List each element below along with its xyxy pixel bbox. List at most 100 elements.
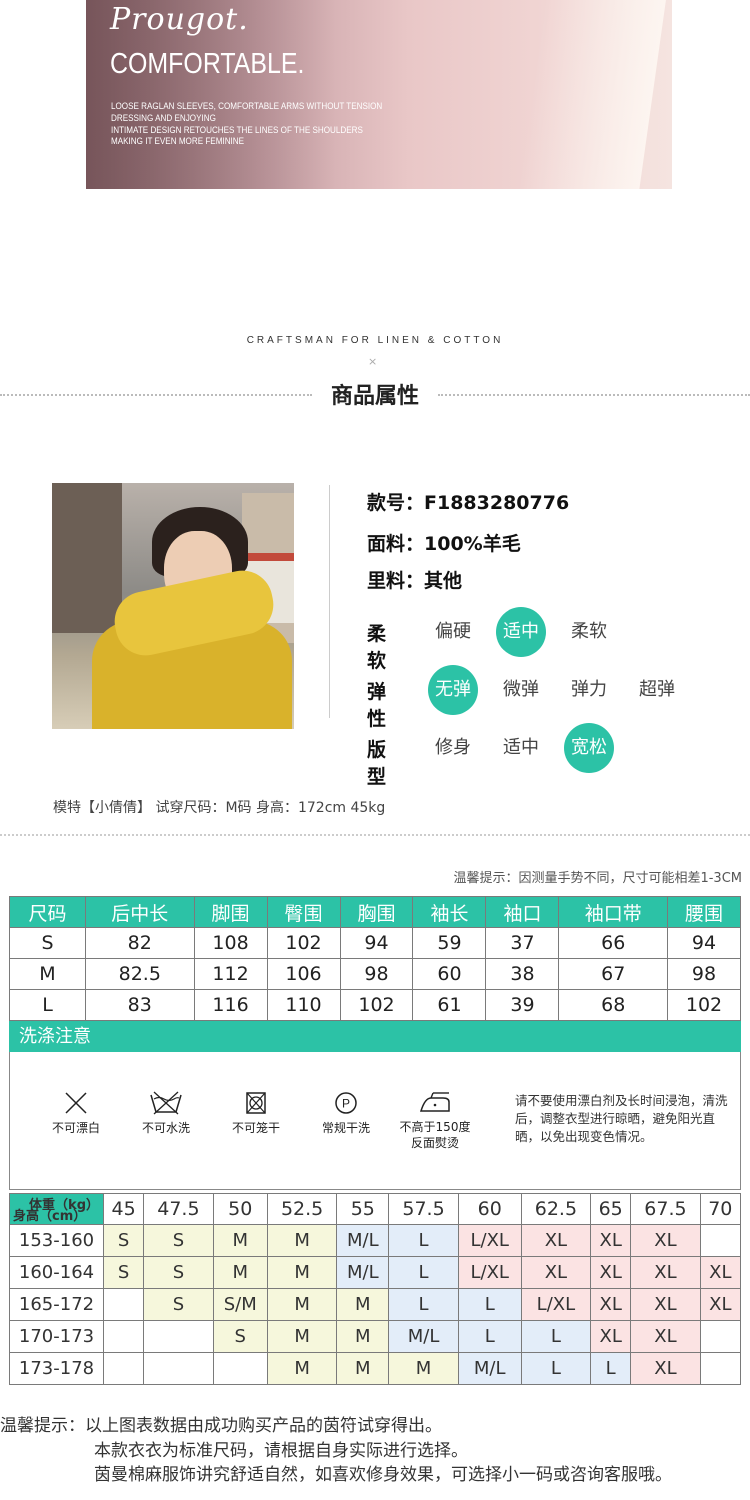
svg-text:P: P: [342, 1097, 350, 1111]
cell: 83: [85, 989, 195, 1021]
recommended-size: XL: [630, 1352, 701, 1385]
hero-description: LOOSE RAGLAN SLEEVES, COMFORTABLE ARMS W…: [111, 101, 417, 148]
recommended-size: L/XL: [457, 1224, 522, 1257]
wash-item: 不高于150度 反面熨烫: [396, 1090, 474, 1151]
recommended-size: L: [457, 1320, 522, 1353]
recommended-size: L: [388, 1256, 459, 1289]
cell: 59: [412, 927, 487, 959]
wash-label: 不高于150度 反面熨烫: [399, 1120, 471, 1150]
no-bleach-icon: [65, 1092, 87, 1114]
recommended-size: S/M: [212, 1288, 268, 1321]
scale-option-selected: 宽松: [564, 723, 614, 773]
cell: 68: [558, 989, 668, 1021]
recommended-size: M/L: [388, 1320, 459, 1353]
cell: 98: [666, 958, 742, 990]
recommended-size: [699, 1224, 742, 1257]
fabric: 面料：100%羊毛: [367, 533, 521, 555]
section-title: 商品属性: [330, 384, 419, 409]
weight-header: 50: [212, 1193, 268, 1225]
cell: 110: [266, 989, 341, 1021]
size-table-header: 尺码 后中长 脚围 臀围 胸围 袖长 袖口 袖口带 腰围: [9, 896, 742, 928]
cell: 37: [485, 927, 560, 959]
recommended-size: M: [266, 1224, 338, 1257]
height-range: 160-164: [9, 1256, 104, 1289]
recommended-size: XL: [590, 1320, 632, 1353]
scale-option: 弹力: [571, 679, 607, 700]
weight-header: 45: [102, 1193, 145, 1225]
no-wash-icon: [150, 1091, 182, 1115]
cell: S: [9, 927, 86, 959]
hero-script: Prougot.: [110, 2, 249, 37]
footer-line: 温馨提示：以上图表数据由成功购买产品的茵符试穿得出。: [0, 1416, 442, 1436]
wash-item: 不可笼干: [216, 1090, 296, 1136]
wash-label: 不可笼干: [231, 1121, 280, 1135]
col-header: 袖口带: [558, 896, 668, 928]
wash-note: 请不要使用漂白剂及长时间浸泡，清洗后，调整衣型进行晾晒，避免阳光直晒，以免出现变…: [515, 1093, 728, 1144]
table-row: 170-173 S M M M/L L L XL XL: [9, 1320, 742, 1353]
recommended-size: XL: [630, 1320, 701, 1353]
cell: 94: [339, 927, 414, 959]
recommended-size: [212, 1352, 268, 1385]
style-number: 款号：F1883280776: [367, 492, 570, 514]
height-range: 165-172: [9, 1288, 104, 1321]
cell: 94: [666, 927, 742, 959]
recommended-size: XL: [630, 1256, 701, 1289]
weight-header: 67.5: [630, 1193, 701, 1225]
size-recommendation-table: 体重（kg） 身高（cm） 45 47.5 50 52.5 55 57.5 60 62.5 65…: [9, 1193, 742, 1385]
recommended-size: S: [102, 1256, 145, 1289]
recommended-size: [102, 1320, 145, 1353]
recommended-size: L: [388, 1288, 459, 1321]
cell: 116: [193, 989, 268, 1021]
recommended-size: XL: [630, 1288, 701, 1321]
weight-header: 47.5: [143, 1193, 214, 1225]
cell: 106: [266, 958, 341, 990]
height-range: 173-178: [9, 1352, 104, 1385]
vertical-divider: [329, 485, 330, 718]
hero-line: LOOSE RAGLAN SLEEVES, COMFORTABLE ARMS W…: [111, 101, 383, 111]
scale-label: 弹性: [367, 681, 387, 730]
footer-tips: 温馨提示：以上图表数据由成功购买产品的茵符试穿得出。 本款衣衣为标准尺码，请根据…: [0, 1414, 672, 1488]
col-header: 腰围: [666, 896, 742, 928]
recommended-size: XL: [520, 1256, 592, 1289]
iron-icon: [419, 1092, 450, 1112]
recommended-size: XL: [630, 1224, 701, 1257]
table-row: M 82.5 112 106 98 60 38 67 98: [9, 958, 742, 990]
recommended-size: XL: [590, 1224, 632, 1257]
hero-headline: COMFORTABLE.: [110, 48, 305, 80]
recommended-size: [102, 1288, 145, 1321]
scale-label: 版型: [367, 739, 387, 788]
cell: 82: [85, 927, 195, 959]
table-row: L 83 116 110 102 61 39 68 102: [9, 989, 742, 1021]
corner-cell: 体重（kg） 身高（cm）: [9, 1193, 104, 1225]
recommended-size: M/L: [336, 1256, 390, 1289]
recommended-size: L: [520, 1352, 592, 1385]
recommended-size: M: [266, 1288, 338, 1321]
cell: L: [9, 989, 86, 1021]
scale-option: 适中: [503, 737, 539, 758]
cell: 39: [485, 989, 560, 1021]
recommended-size: [699, 1320, 742, 1353]
recommended-size: S: [143, 1224, 214, 1257]
size-table: 尺码 后中长 脚围 臀围 胸围 袖长 袖口 袖口带 腰围 S 82 108 10…: [9, 896, 742, 1021]
weight-header: 70: [699, 1193, 742, 1225]
recommended-size: S: [212, 1320, 268, 1353]
footer-line: 本款衣衣为标准尺码，请根据自身实际进行选择。: [94, 1440, 468, 1461]
recommended-size: M: [336, 1320, 390, 1353]
hero-banner: Prougot. COMFORTABLE. LOOSE RAGLAN SLEEV…: [86, 0, 672, 189]
recommended-size: [699, 1352, 742, 1385]
wash-label: 不可漂白: [51, 1121, 100, 1135]
craftsman-tagline: CRAFTSMAN FOR LINEN & COTTON: [246, 335, 504, 346]
recommended-size: M: [336, 1288, 390, 1321]
col-header: 袖口: [485, 896, 560, 928]
photo-building: [52, 483, 122, 633]
recommended-size: M: [388, 1352, 459, 1385]
recommended-size: M/L: [457, 1352, 522, 1385]
recommended-size: S: [102, 1224, 145, 1257]
scale-label: 柔软: [367, 623, 387, 672]
scale-option: 修身: [435, 737, 471, 758]
wash-label: 不可水洗: [141, 1121, 190, 1135]
recommended-size: M: [212, 1256, 268, 1289]
scale-option: 偏硬: [435, 621, 471, 642]
lining: 里料：其他: [367, 570, 463, 592]
recommended-size: M: [336, 1352, 390, 1385]
